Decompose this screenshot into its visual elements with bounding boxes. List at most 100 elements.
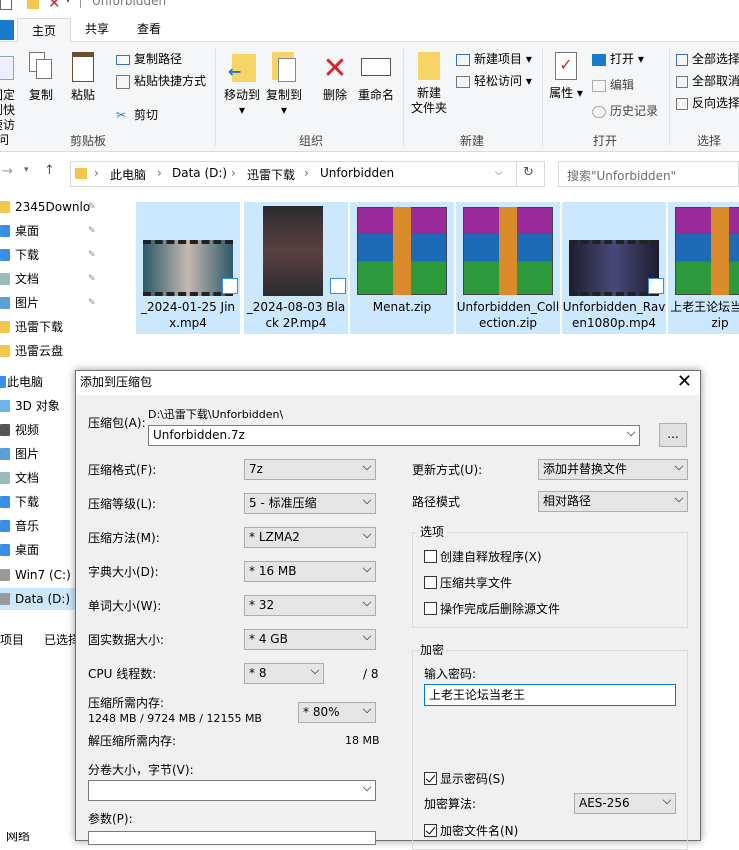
create-sfx-checkbox[interactable]: 创建自释放程序(X) (424, 550, 542, 564)
delete-after-checkbox[interactable]: 操作完成后删除源文件 (424, 602, 560, 616)
document-icon (0, 472, 10, 484)
pin-icon: ✎ (88, 226, 96, 236)
split-combo[interactable] (88, 780, 376, 801)
file-item-jinx[interactable]: _2024-01-25 Jinx.mp4 (136, 202, 240, 334)
checkbox-icon (424, 602, 437, 615)
new-folder-button[interactable]: 新建 文件夹 (406, 52, 452, 116)
update-select[interactable]: 添加并替换文件 (538, 459, 688, 480)
format-select[interactable]: 7z (244, 459, 376, 480)
search-input[interactable]: 搜索"Unforbidden" (558, 161, 739, 187)
delete-x-icon: ✕ (322, 51, 348, 86)
file-item-menat-zip[interactable]: Menat.zip (350, 202, 454, 334)
enc-method-select[interactable]: AES-256 (574, 793, 676, 814)
close-icon[interactable]: ✕ (677, 373, 692, 391)
open-icon (592, 53, 606, 66)
word-select[interactable]: * 32 (244, 595, 376, 616)
chevron-down-icon (362, 495, 372, 505)
delete-icon[interactable]: ✕ (48, 0, 61, 12)
edit-button[interactable]: 编辑 (592, 77, 634, 93)
pin-quick-access-button[interactable]: 固定到快 速访问 (0, 56, 20, 148)
nav-item-thunder-cloud[interactable]: 迅雷云盘 (0, 340, 118, 362)
path-mode-select[interactable]: 相对路径 (538, 491, 688, 512)
history-button[interactable]: 历史记录 (592, 103, 658, 119)
select-all-button[interactable]: 全部选择 (676, 51, 739, 67)
method-select[interactable]: * LZMA2 (244, 527, 376, 548)
move-to-button[interactable]: ← 移动到 ▾ (222, 52, 262, 118)
copy-button[interactable]: 复制 (26, 52, 56, 103)
show-password-checkbox[interactable]: 显示密码(S) (424, 772, 505, 786)
up-arrow-icon[interactable]: ↑ (44, 163, 55, 178)
copy-label: 复制 (28, 88, 53, 102)
nav-item-pictures[interactable]: 图片 ✎ (0, 292, 118, 314)
easy-access-button[interactable]: 轻松访问 ▾ (456, 73, 532, 89)
browse-button[interactable]: ... (659, 423, 687, 447)
forward-arrow-icon[interactable]: → (2, 164, 13, 179)
address-bar[interactable]: › 此电脑 › Data (D:) › 迅雷下载 › Unforbidden ⌵… (70, 161, 545, 187)
breadcrumb-chevron-icon[interactable]: › (94, 166, 99, 180)
solid-value: * 4 GB (249, 632, 288, 646)
breadcrumb-unforbidden[interactable]: Unforbidden (320, 166, 394, 180)
breadcrumb-data-drive[interactable]: Data (D:) (172, 166, 227, 180)
dict-select[interactable]: * 16 MB (244, 561, 376, 582)
copy-path-button[interactable]: 复制路径 (116, 51, 182, 67)
copy-to-button[interactable]: 复制到 ▾ (264, 52, 304, 118)
file-tab[interactable] (0, 20, 14, 40)
tab-home[interactable]: 主页 (17, 18, 72, 43)
open-button[interactable]: 打开 ▾ (592, 51, 644, 67)
enc-method-value: AES-256 (579, 796, 630, 810)
chevron-down-icon[interactable] (362, 782, 372, 792)
file-item-raven-mp4[interactable]: Unforbidden_Raven1080p.mp4 (562, 202, 666, 334)
properties-button[interactable]: ✓ 属性 ▾ (548, 52, 584, 101)
threads-select[interactable]: * 8 (244, 663, 324, 684)
rename-button[interactable]: 重命名 (354, 52, 398, 103)
nav-item-thunder-downloads[interactable]: 迅雷下载 (0, 316, 118, 338)
solid-select[interactable]: * 4 GB (244, 629, 376, 650)
ribbon-separator (215, 48, 216, 146)
breadcrumb-chevron-icon[interactable]: › (157, 166, 162, 180)
refresh-icon[interactable]: ↻ (523, 165, 534, 180)
shared-files-checkbox[interactable]: 压缩共享文件 (424, 576, 512, 590)
level-select[interactable]: 5 - 标准压缩 (244, 493, 376, 514)
password-input[interactable]: 上老王论坛当老王 (424, 684, 676, 706)
download-icon (0, 496, 10, 508)
cut-button[interactable]: ✂ 剪切 (116, 107, 158, 123)
checkbox-icon[interactable] (0, 0, 12, 10)
word-label: 单词大小(W): (88, 599, 162, 613)
video-file-icon (330, 278, 346, 294)
nav-item-desktop[interactable]: 桌面 ✎ (0, 220, 118, 242)
recent-dropdown-icon[interactable]: ▾ (24, 165, 29, 175)
archive-name-combo[interactable]: Unforbidden.7z (148, 425, 640, 446)
breadcrumb-this-pc[interactable]: 此电脑 (110, 166, 146, 183)
params-input[interactable] (88, 831, 376, 845)
video-thumbnail (263, 206, 323, 296)
nav-item-downloads[interactable]: 下载 ✎ (0, 244, 118, 266)
encrypt-names-checkbox[interactable]: 加密文件名(N) (424, 824, 518, 838)
nav-item-documents[interactable]: 文档 ✎ (0, 268, 118, 290)
delete-button[interactable]: ✕ 删除 (318, 52, 352, 103)
paste-button[interactable]: 粘贴 (68, 52, 98, 103)
mem-percent-select[interactable]: * 80% (298, 702, 376, 723)
pin-icon: ✎ (88, 274, 96, 284)
edit-icon (592, 79, 606, 92)
chevron-down-icon (362, 597, 372, 607)
chevron-down-icon[interactable] (626, 427, 636, 437)
group-new-label: 新建 (460, 134, 485, 148)
tab-share[interactable]: 共享 (71, 20, 123, 42)
breadcrumb-chevron-icon[interactable]: › (304, 166, 309, 180)
shared-files-label: 压缩共享文件 (440, 576, 513, 590)
file-item-black-2p[interactable]: _2024-08-03 Black 2P.mp4 (244, 202, 348, 334)
nav-item-2345downloads[interactable]: 2345Downlo ✎ (0, 196, 118, 218)
breadcrumb-chevron-icon[interactable]: › (231, 166, 236, 180)
breadcrumb-thunder-downloads[interactable]: 迅雷下载 (247, 166, 295, 183)
address-dropdown-icon[interactable]: ⌵ (495, 167, 503, 178)
select-none-button[interactable]: 全部取消 (676, 73, 739, 89)
file-item-laowang-zip[interactable]: 上老王论坛当老王.zip (668, 202, 739, 334)
cube-icon (0, 400, 10, 412)
invert-selection-button[interactable]: 反向选择 (676, 95, 739, 111)
tab-view[interactable]: 查看 (123, 20, 175, 42)
paste-shortcut-button[interactable]: 粘贴快捷方式 (116, 73, 206, 89)
new-item-button[interactable]: 新建项目 ▾ (456, 51, 532, 67)
dropdown-icon[interactable]: ▾ (66, 0, 70, 5)
file-item-collection-zip[interactable]: Unforbidden_Collection.zip (456, 202, 560, 334)
chevron-down-icon (362, 704, 372, 714)
